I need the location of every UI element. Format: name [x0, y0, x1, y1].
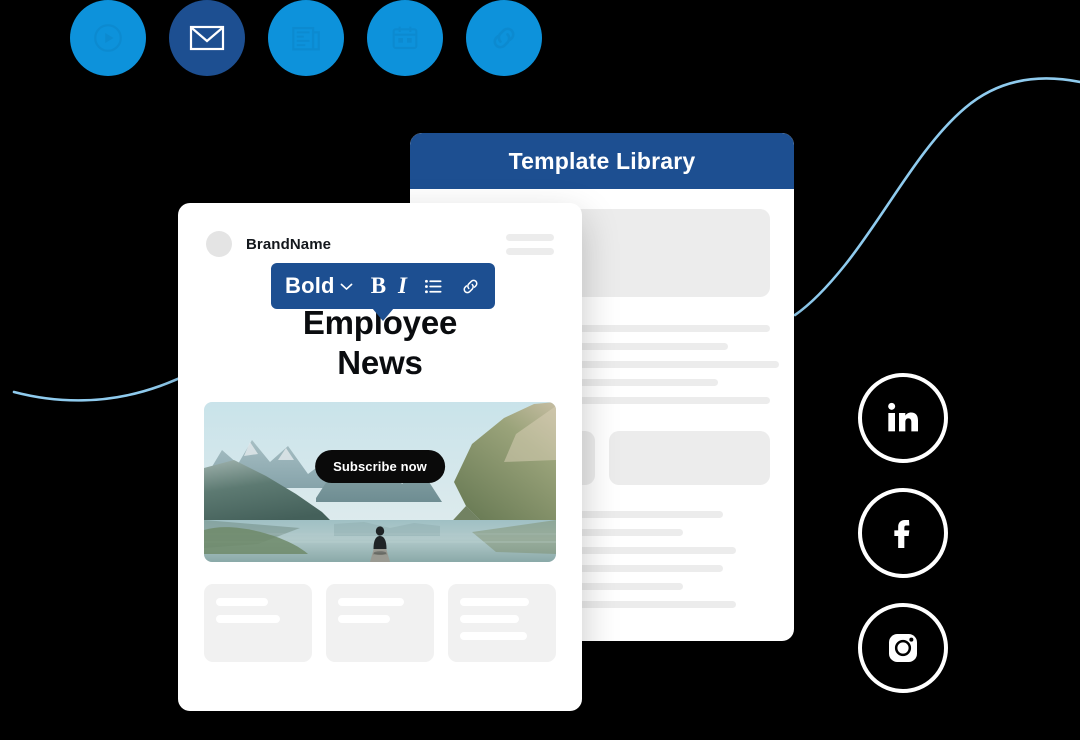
toolbar-pointer	[372, 308, 394, 321]
calendar-icon	[392, 26, 418, 50]
play-icon	[94, 24, 122, 52]
feature-circle-link[interactable]: Link	[466, 0, 542, 76]
feature-circle-video[interactable]: Video	[70, 0, 146, 76]
italic-button[interactable]: I	[398, 273, 407, 299]
skeleton-tile	[609, 431, 770, 485]
social-link-instagram[interactable]: Instagram	[858, 603, 948, 693]
tile-line	[216, 614, 280, 623]
envelope-icon	[189, 25, 225, 51]
tile-line	[338, 597, 404, 606]
feature-icon-row: Video Email News	[70, 0, 542, 76]
template-library-title: Template Library	[508, 147, 696, 174]
style-select-label: Bold	[285, 273, 335, 298]
chevron-down-icon	[340, 283, 353, 290]
social-icon-column: LinkedIn Facebook Instagram	[858, 373, 948, 693]
formatting-toolbar[interactable]: Bold B I	[271, 263, 495, 321]
insert-link-button[interactable]	[460, 276, 481, 297]
tile-line	[460, 614, 519, 623]
menu-placeholder[interactable]	[506, 233, 554, 255]
bullet-list-icon	[424, 279, 442, 293]
link-icon	[493, 27, 515, 49]
social-link-facebook[interactable]: Facebook	[858, 488, 948, 578]
newspaper-icon	[292, 26, 320, 51]
swoosh-right	[793, 77, 1080, 317]
illustration-stage: Video Email News	[0, 0, 1080, 740]
linkedin-icon	[888, 402, 918, 432]
social-link-linkedin[interactable]: LinkedIn	[858, 373, 948, 463]
content-tile[interactable]	[326, 583, 434, 662]
tile-line	[460, 597, 529, 606]
feature-circle-email[interactable]: Email	[169, 0, 245, 76]
link-icon	[463, 279, 478, 293]
tile-line	[216, 597, 269, 606]
feature-circle-events[interactable]: Events	[367, 0, 443, 76]
menu-line	[506, 233, 554, 241]
instagram-icon	[889, 634, 917, 662]
content-tile[interactable]	[204, 583, 312, 662]
tile-line	[338, 614, 391, 623]
subscribe-now-button[interactable]: Subscribe now	[315, 449, 445, 483]
avatar	[206, 231, 232, 257]
headline-line-2: News	[337, 344, 423, 382]
menu-line	[506, 247, 554, 255]
feature-circle-news[interactable]: News	[268, 0, 344, 76]
facebook-icon	[894, 520, 910, 548]
hero-photo: Subscribe now	[204, 401, 556, 562]
template-library-header: Template Library	[410, 133, 794, 189]
style-select[interactable]: Bold	[285, 273, 355, 299]
newsletter-topbar: BrandName	[178, 203, 582, 257]
content-tile[interactable]	[448, 583, 556, 662]
content-tile-row	[204, 583, 556, 662]
tile-line	[460, 631, 528, 640]
bullet-list-button[interactable]	[423, 276, 444, 297]
bold-button[interactable]: B	[371, 273, 386, 299]
brand-name-label: BrandName	[246, 235, 332, 253]
